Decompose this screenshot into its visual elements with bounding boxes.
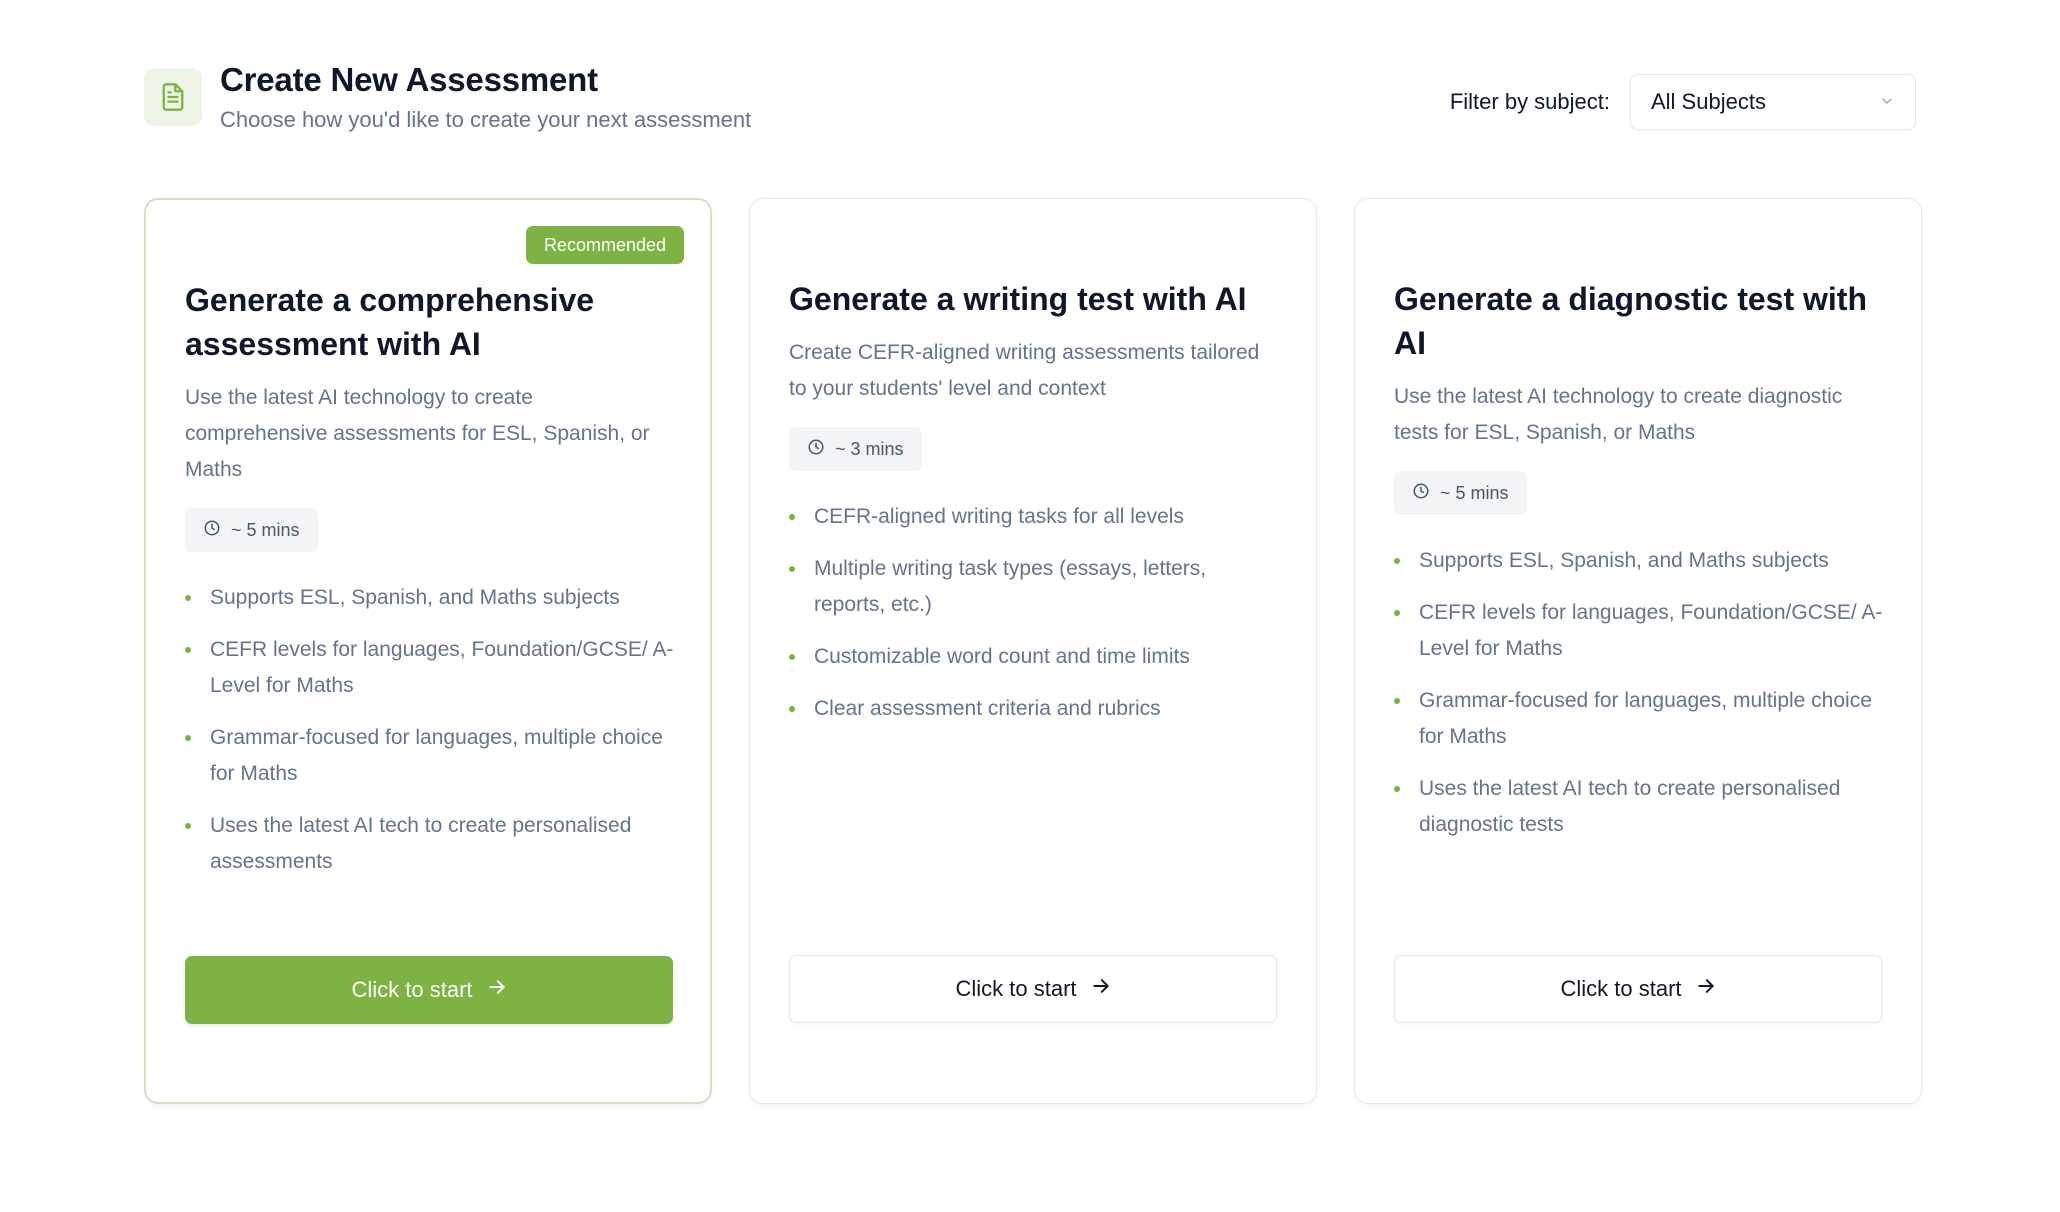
bullet-dot xyxy=(789,514,795,520)
arrow-right-icon xyxy=(1696,976,1716,1002)
arrow-right-icon xyxy=(487,977,507,1003)
time-estimate: ~ 3 mins xyxy=(789,427,922,471)
time-estimate-label: ~ 5 mins xyxy=(1440,482,1509,503)
list-item: Clear assessment criteria and rubrics xyxy=(789,691,1281,727)
card-body: Generate a diagnostic test with AI Use t… xyxy=(1394,277,1886,859)
clock-icon xyxy=(807,438,825,461)
button-label: Click to start xyxy=(955,976,1077,1001)
card-description: Create CEFR-aligned writing assessments … xyxy=(789,341,1260,400)
feature-text: Uses the latest AI tech to create person… xyxy=(1419,777,1841,836)
filter-label: Filter by subject: xyxy=(1449,89,1610,114)
bullet-dot xyxy=(789,706,795,712)
card-title: Generate a diagnostic test with AI xyxy=(1394,281,1867,361)
list-item: Customizable word count and time limits xyxy=(789,639,1281,675)
button-label: Click to start xyxy=(351,977,473,1002)
header: Create New Assessment Choose how you'd l… xyxy=(144,58,1916,138)
list-item: Uses the latest AI tech to create person… xyxy=(185,808,677,880)
feature-text: CEFR levels for languages, Foundation/GC… xyxy=(210,638,674,697)
start-diagnostic-button[interactable]: Click to start xyxy=(1394,955,1882,1023)
feature-text: Supports ESL, Spanish, and Maths subject… xyxy=(1419,549,1829,572)
feature-text: Uses the latest AI tech to create person… xyxy=(210,814,632,873)
card-diagnostic-test: Generate a diagnostic test with AI Use t… xyxy=(1354,198,1922,1104)
start-writing-button[interactable]: Click to start xyxy=(789,955,1277,1023)
bullet-dot xyxy=(1394,558,1400,564)
card-body: Generate a comprehensive assessment with… xyxy=(185,278,677,896)
subject-select[interactable]: All Subjects xyxy=(1630,74,1916,130)
time-estimate: ~ 5 mins xyxy=(185,508,318,552)
list-item: Grammar-focused for languages, multiple … xyxy=(1394,683,1886,755)
time-estimate-label: ~ 5 mins xyxy=(231,519,300,540)
bullet-dot xyxy=(185,823,191,829)
chevron-down-icon xyxy=(1879,89,1895,115)
feature-text: Customizable word count and time limits xyxy=(814,645,1190,668)
feature-text: CEFR-aligned writing tasks for all level… xyxy=(814,505,1184,528)
list-item: Supports ESL, Spanish, and Maths subject… xyxy=(185,580,677,616)
card-body: Generate a writing test with AI Create C… xyxy=(789,277,1281,743)
time-estimate-label: ~ 3 mins xyxy=(835,438,904,459)
list-item: Multiple writing task types (essays, let… xyxy=(789,551,1281,623)
bullet-dot xyxy=(1394,698,1400,704)
card-writing-test: Generate a writing test with AI Create C… xyxy=(749,198,1317,1104)
feature-list: Supports ESL, Spanish, and Maths subject… xyxy=(185,580,677,880)
bullet-dot xyxy=(1394,786,1400,792)
card-comprehensive-assessment: Recommended Generate a comprehensive ass… xyxy=(144,198,712,1104)
document-icon xyxy=(144,68,202,126)
feature-text: Grammar-focused for languages, multiple … xyxy=(1419,689,1872,748)
bullet-dot xyxy=(185,647,191,653)
feature-text: Multiple writing task types (essays, let… xyxy=(814,557,1207,616)
arrow-right-icon xyxy=(1091,976,1111,1002)
bullet-dot xyxy=(789,654,795,660)
header-text: Create New Assessment Choose how you'd l… xyxy=(220,58,751,136)
page: Create New Assessment Choose how you'd l… xyxy=(0,0,2060,1212)
list-item: CEFR levels for languages, Foundation/GC… xyxy=(1394,595,1886,667)
bullet-dot xyxy=(185,735,191,741)
page-title: Create New Assessment xyxy=(220,61,598,98)
clock-icon xyxy=(1412,482,1430,505)
subject-select-value: All Subjects xyxy=(1651,89,1766,114)
start-comprehensive-button[interactable]: Click to start xyxy=(185,956,673,1024)
card-title: Generate a writing test with AI xyxy=(789,281,1247,317)
list-item: CEFR-aligned writing tasks for all level… xyxy=(789,499,1281,535)
page-subtitle: Choose how you'd like to create your nex… xyxy=(220,107,752,132)
card-title: Generate a comprehensive assessment with… xyxy=(185,282,595,362)
list-item: CEFR levels for languages, Foundation/GC… xyxy=(185,632,677,704)
list-item: Supports ESL, Spanish, and Maths subject… xyxy=(1394,543,1886,579)
card-description: Use the latest AI technology to create c… xyxy=(185,386,650,481)
feature-text: Grammar-focused for languages, multiple … xyxy=(210,726,663,785)
bullet-dot xyxy=(1394,610,1400,616)
subject-filter: Filter by subject: All Subjects xyxy=(1450,74,1916,130)
feature-text: Supports ESL, Spanish, and Maths subject… xyxy=(210,586,620,609)
bullet-dot xyxy=(185,595,191,601)
feature-list: CEFR-aligned writing tasks for all level… xyxy=(789,499,1281,727)
clock-icon xyxy=(203,519,221,542)
time-estimate: ~ 5 mins xyxy=(1394,471,1527,515)
recommended-badge: Recommended xyxy=(525,226,684,264)
feature-text: Clear assessment criteria and rubrics xyxy=(814,697,1161,720)
button-label: Click to start xyxy=(1560,976,1682,1001)
feature-list: Supports ESL, Spanish, and Maths subject… xyxy=(1394,543,1886,843)
list-item: Uses the latest AI tech to create person… xyxy=(1394,771,1886,843)
feature-text: CEFR levels for languages, Foundation/GC… xyxy=(1419,601,1883,660)
bullet-dot xyxy=(789,566,795,572)
card-description: Use the latest AI technology to create d… xyxy=(1394,385,1843,444)
list-item: Grammar-focused for languages, multiple … xyxy=(185,720,677,792)
